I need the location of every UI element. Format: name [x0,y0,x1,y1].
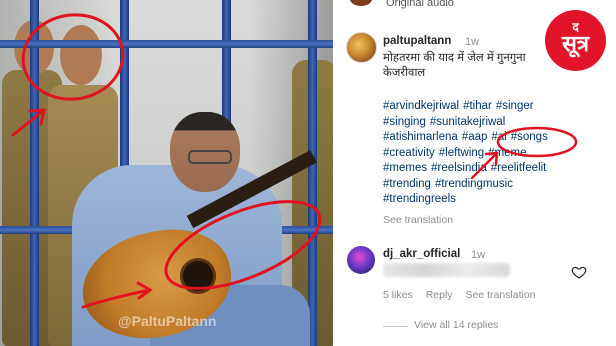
hashtag-link[interactable]: #ai [491,131,506,143]
comment-see-translation[interactable]: See translation [465,289,535,301]
see-translation-link[interactable]: See translation [383,214,453,226]
view-replies-link[interactable]: View all 14 replies [414,319,498,331]
hashtag-link[interactable]: #arvindkejriwal [383,100,459,112]
heart-icon[interactable] [571,264,587,280]
hashtag-link[interactable]: #trending [383,178,431,190]
comment-likes[interactable]: 5 likes [383,289,413,301]
reply-button[interactable]: Reply [426,289,453,301]
jail-bar [30,0,39,346]
glasses [188,150,232,164]
comment-text-blurred [383,263,510,277]
guard-center-head [60,25,102,85]
original-audio-label[interactable]: Original audio [386,0,454,9]
post-caption: मोहतरमा की याद में जेल में गुनगुना केजरी… [383,51,553,81]
hashtag-link[interactable]: #memes [383,162,427,174]
caption-line: मोहतरमा की याद में जेल में गुनगुना [383,52,526,64]
hashtag-link[interactable]: #meme [488,147,526,159]
hashtag-link[interactable]: #songs [511,131,548,143]
logo-line-2: सूत्र [561,32,590,57]
hashtag-link[interactable]: #tihar [463,100,492,112]
author-username[interactable]: paltupaltann [383,35,451,47]
commenter-avatar[interactable] [347,246,375,274]
hashtag-link[interactable]: #sunitakejriwal [430,116,505,128]
commenter-username[interactable]: dj_akr_official [383,248,460,260]
hashtag-link[interactable]: #aap [462,131,488,143]
jail-crossbar [0,40,333,48]
replies-divider [383,326,407,327]
author-avatar[interactable] [346,32,377,63]
the-sootr-logo: द सूत्र [545,10,606,71]
jail-bar [308,0,317,346]
caption-line: केजरीवाल [383,67,426,79]
post-image[interactable]: @PaltuPaltann [0,0,333,346]
guitar-sound-hole [180,258,216,294]
hashtag-link[interactable]: #atishimarlena [383,131,458,143]
hashtag-link[interactable]: #creativity [383,147,435,159]
image-watermark: @PaltuPaltann [118,313,217,329]
comment-time: 1w [471,249,486,261]
hashtag-link[interactable]: #trendingreels [383,193,456,205]
hashtag-link[interactable]: #trendingmusic [435,178,513,190]
post-time: 1w [465,36,480,48]
hashtag-link[interactable]: #leftwing [439,147,484,159]
comment-meta: 5 likes Reply See translation [383,289,546,301]
hashtag-link[interactable]: #singer [496,100,534,112]
hashtag-link[interactable]: #reelsindia [431,162,487,174]
hashtag-link[interactable]: #reelitfeelit [491,162,547,174]
hashtag-list: #arvindkejriwal #tihar #singer #singing #su… [383,99,608,208]
hashtag-link[interactable]: #singing [383,116,426,128]
